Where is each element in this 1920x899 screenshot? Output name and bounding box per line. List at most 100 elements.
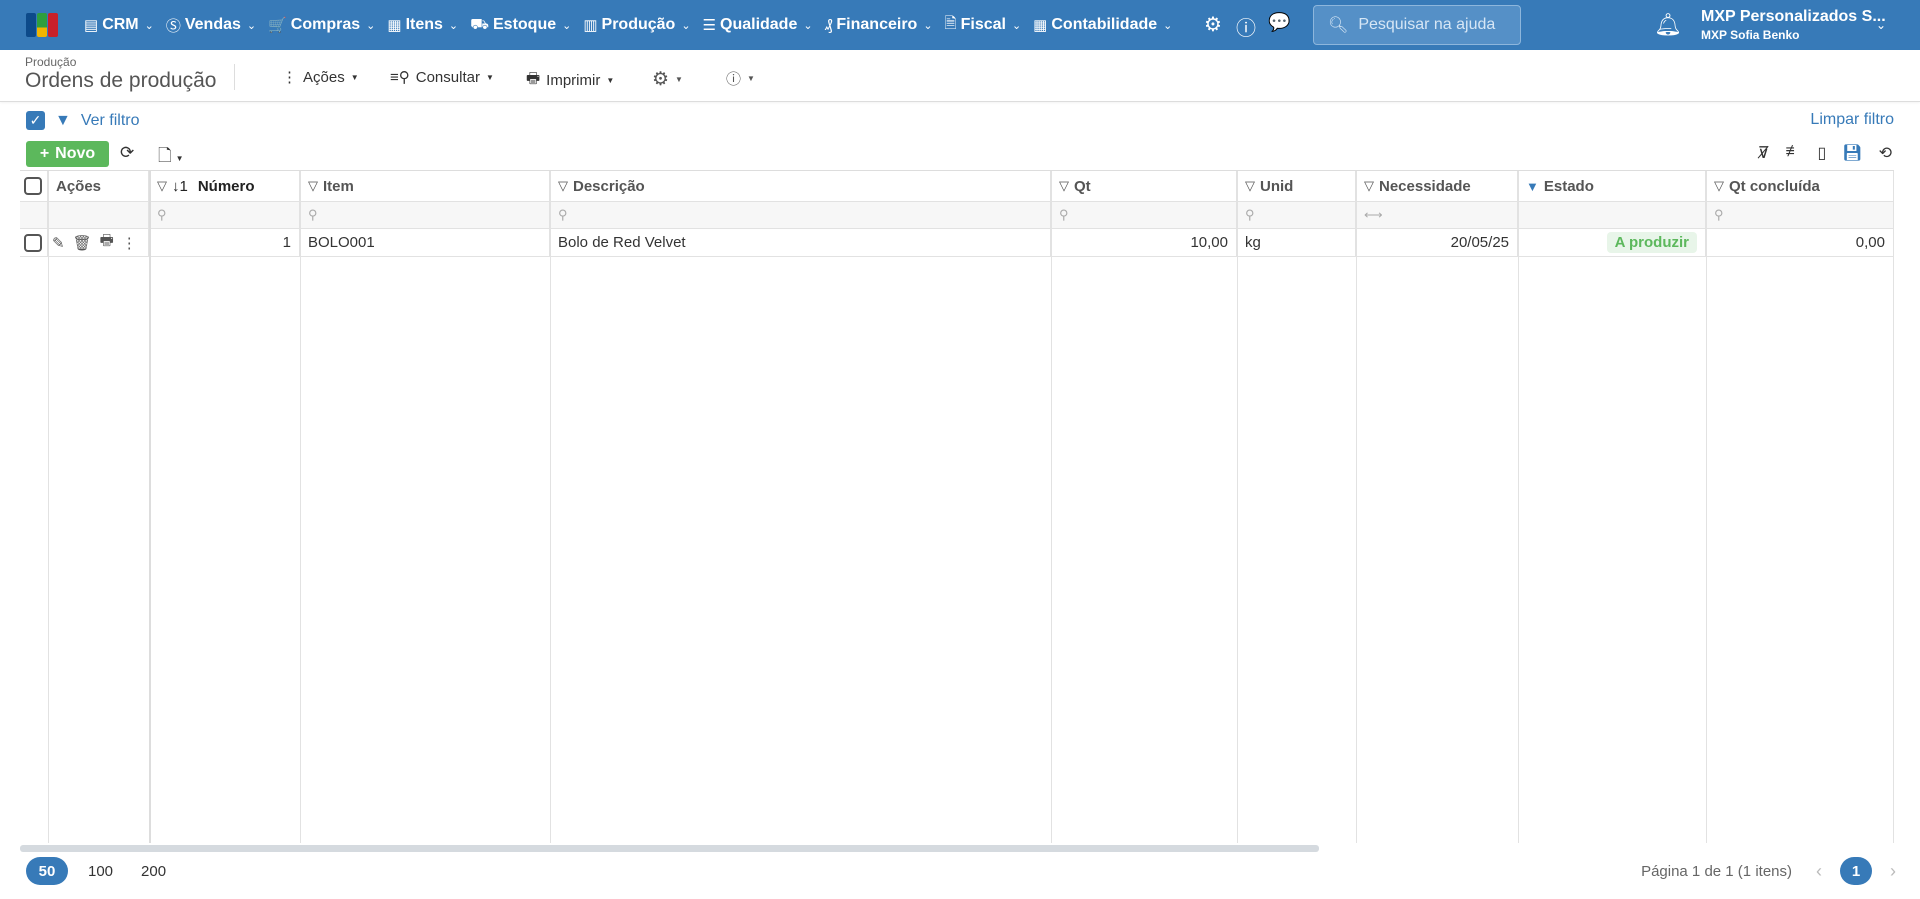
new-button[interactable]: + Novo	[26, 141, 109, 167]
header-estado[interactable]: ▼ Estado	[1518, 171, 1706, 201]
status-badge: A produzir	[1606, 232, 1697, 253]
settings-menu-button[interactable]: ⚙ ▼	[652, 68, 683, 91]
actions-menu-button[interactable]: ⋮ Ações ▼	[282, 68, 359, 87]
menu-financeiro[interactable]: ₰ Financeiro ⌄	[825, 16, 933, 34]
user-menu[interactable]: MXP Personalizados S... MXP Sofia Benko	[1701, 8, 1886, 42]
export-icon[interactable]: 🗋 ▼	[158, 143, 184, 172]
column-line	[1051, 171, 1052, 843]
cell-necessidade: 20/05/25	[1356, 229, 1518, 256]
page-size-200[interactable]: 200	[127, 863, 180, 880]
cell-estado: A produzir	[1518, 229, 1706, 256]
page-1-button[interactable]: 1	[1840, 857, 1872, 885]
restore-layout-icon[interactable]: ⟲	[1879, 143, 1892, 163]
save-layout-icon[interactable]: 💾︎	[1842, 143, 1862, 163]
menu-estoque[interactable]: ⛟ Estoque ⌄	[470, 16, 571, 35]
chevron-right-icon[interactable]: ›	[1890, 861, 1896, 882]
horizontal-scrollbar[interactable]	[20, 845, 1319, 852]
sort-indicator: ↓1	[172, 177, 188, 195]
header-item[interactable]: ▽ Item	[300, 171, 550, 201]
menu-label: Fiscal	[960, 16, 1006, 33]
table-row[interactable]: ✎ 🗑︎ 🖶 ⋮ 1 BOLO001 Bolo de Red Velvet 10,00…	[20, 229, 1894, 257]
chevron-left-icon[interactable]: ‹	[1816, 861, 1822, 882]
cell-qt-concluida: 0,00	[1706, 229, 1894, 256]
menu-vendas[interactable]: Ⓢ Vendas ⌄	[166, 15, 256, 36]
menu-contabilidade[interactable]: ▦ Contabilidade ⌄	[1033, 16, 1172, 34]
menu-itens[interactable]: ▦ Itens ⌄	[387, 16, 458, 34]
header-descricao[interactable]: ▽ Descrição	[550, 171, 1051, 201]
page-size-100[interactable]: 100	[74, 863, 127, 880]
gear-icon[interactable]: ⚙	[1204, 12, 1222, 37]
menu-label: Qualidade	[720, 16, 798, 33]
label: Imprimir	[546, 72, 601, 89]
cell-item: BOLO001	[300, 229, 550, 256]
chevron-down-icon: ⌄	[562, 19, 572, 32]
filter-icon[interactable]: ▽	[558, 178, 568, 194]
header-numero[interactable]: ▽ ↓1 Número	[149, 171, 300, 201]
refresh-icon[interactable]: ⟳	[120, 143, 134, 163]
help-menu-button[interactable]: ⓘ ▼	[726, 68, 755, 89]
edit-icon[interactable]: ✎	[52, 234, 65, 252]
clear-filter-icon[interactable]: ⊽̸	[1758, 143, 1770, 163]
filter-icon[interactable]: ▽	[1714, 178, 1724, 194]
page-size-50[interactable]: 50	[26, 857, 68, 885]
more-vertical-icon[interactable]: ⋮	[122, 234, 137, 252]
filter-icon[interactable]: ▽	[157, 178, 167, 194]
company-name: MXP Personalizados S...	[1701, 8, 1886, 25]
caret-down-icon: ▼	[350, 72, 359, 82]
column-line	[1356, 171, 1357, 843]
bell-icon[interactable]: 🔔︎	[1654, 12, 1682, 38]
filter-row: ⚲ ⚲ ⚲ ⚲ ⚲ ⟷ ⚲	[20, 202, 1894, 229]
filter-icon[interactable]: ▽	[308, 178, 318, 194]
clear-sort-icon[interactable]: ≢	[1785, 143, 1801, 163]
filter-icon[interactable]: ▽	[1245, 178, 1255, 194]
label: Necessidade	[1379, 177, 1471, 195]
cell-descricao: Bolo de Red Velvet	[550, 229, 1051, 256]
search-icon: ⚲	[1245, 207, 1255, 222]
consultar-menu-button[interactable]: ≡⚲ Consultar ▼	[390, 68, 494, 87]
date-range-icon: ⟷	[1364, 207, 1383, 222]
estado-filter-input[interactable]	[1518, 202, 1706, 228]
help-search-input[interactable]: 🔍︎ Pesquisar na ajuda	[1313, 5, 1521, 45]
print-menu-button[interactable]: 🖶 Imprimir ▼	[526, 68, 614, 93]
header-unid[interactable]: ▽ Unid	[1237, 171, 1356, 201]
columns-icon[interactable]: ▯	[1817, 143, 1826, 163]
menu-label: Contabilidade	[1051, 16, 1158, 33]
help-icon[interactable]: ⓘ	[1236, 12, 1256, 41]
numero-filter-input[interactable]: ⚲	[149, 202, 300, 228]
select-all-checkbox[interactable]	[24, 177, 42, 195]
label: Número	[197, 177, 255, 195]
caret-down-icon: ▼	[485, 72, 494, 82]
unid-filter-input[interactable]: ⚲	[1237, 202, 1356, 228]
menu-label: Financeiro	[836, 16, 918, 33]
header-necessidade[interactable]: ▽ Necessidade	[1356, 171, 1518, 201]
qt-concluida-filter-input[interactable]: ⚲	[1706, 202, 1894, 228]
qt-filter-input[interactable]: ⚲	[1051, 202, 1237, 228]
ver-filtro-link[interactable]: Ver filtro	[81, 112, 140, 130]
chat-icon[interactable]: 💬	[1268, 12, 1290, 33]
header-qt[interactable]: ▽ Qt	[1051, 171, 1237, 201]
menu-compras[interactable]: 🛒 Compras ⌄	[268, 16, 375, 34]
item-filter-input[interactable]: ⚲	[300, 202, 550, 228]
necessidade-filter-input[interactable]: ⟷	[1356, 202, 1518, 228]
breadcrumb[interactable]: Produção	[25, 55, 76, 69]
app-logo[interactable]	[26, 13, 58, 37]
filter-icon[interactable]: ▽	[1059, 178, 1069, 194]
label: Ações	[303, 68, 345, 86]
filter-checkbox[interactable]: ✓	[26, 111, 45, 130]
menu-crm[interactable]: ▤ CRM ⌄	[84, 16, 154, 34]
chevron-down-icon[interactable]: ⌄	[1876, 18, 1886, 32]
menu-fiscal[interactable]: 🗎 Fiscal ⌄	[945, 13, 1022, 38]
printer-icon[interactable]: 🖶	[100, 230, 114, 255]
limpar-filtro-link[interactable]: Limpar filtro	[1810, 111, 1894, 129]
header-qt-concluida[interactable]: ▽ Qt concluída	[1706, 171, 1894, 201]
menu-qualidade[interactable]: ☰ Qualidade ⌄	[703, 16, 813, 34]
filter-icon[interactable]: ▽	[1364, 178, 1374, 194]
row-checkbox[interactable]	[24, 233, 42, 252]
column-line	[300, 171, 301, 843]
menu-produo[interactable]: ▥ Produção ⌄	[583, 16, 690, 34]
calculator-icon: ▦	[1033, 17, 1048, 34]
select-all-cell	[20, 171, 48, 201]
descricao-filter-input[interactable]: ⚲	[550, 202, 1051, 228]
delete-icon[interactable]: 🗑︎	[73, 234, 92, 252]
filter-active-icon[interactable]: ▼	[1526, 179, 1539, 194]
